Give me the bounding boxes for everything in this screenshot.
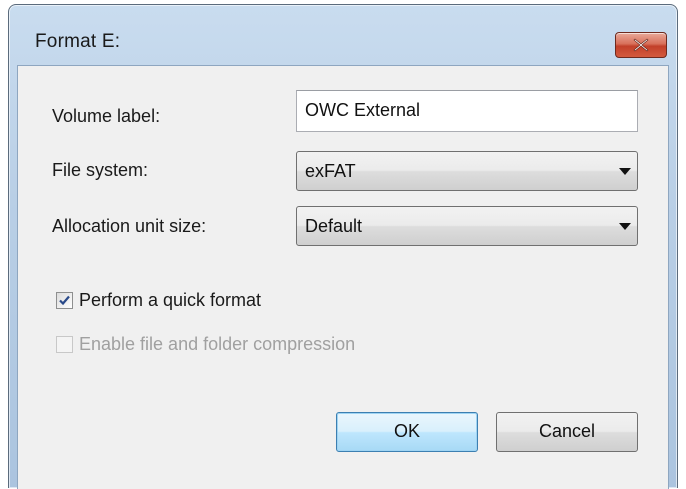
compression-option: Enable file and folder compression [56, 334, 355, 355]
quick-format-label: Perform a quick format [79, 290, 262, 310]
ok-button[interactable]: OK [336, 412, 478, 452]
compression-checkbox [56, 336, 73, 353]
title-bar[interactable]: Format E: [9, 5, 677, 59]
file-system-selected: exFAT [305, 161, 356, 181]
allocation-unit-dropdown[interactable]: Default [296, 206, 638, 246]
allocation-unit-caption: Allocation unit size: [52, 216, 207, 236]
chevron-down-icon [619, 168, 631, 175]
format-dialog: Format E: Volume label: OWC External Fil… [8, 4, 678, 489]
file-system-dropdown[interactable]: exFAT [296, 151, 638, 191]
compression-label: Enable file and folder compression [79, 334, 356, 354]
volume-label-input[interactable]: OWC External [296, 90, 638, 132]
cancel-button[interactable]: Cancel [496, 412, 638, 452]
close-button[interactable] [615, 32, 667, 58]
quick-format-option[interactable]: Perform a quick format [56, 290, 261, 311]
allocation-unit-selected: Default [305, 216, 363, 236]
checkmark-icon [59, 295, 70, 306]
dialog-body: Volume label: OWC External File system: … [17, 65, 669, 489]
chevron-down-icon [619, 223, 631, 230]
volume-label-caption: Volume label: [52, 106, 161, 126]
dialog-title: Format E: [35, 31, 121, 52]
close-x-icon [633, 38, 649, 52]
quick-format-checkbox[interactable] [56, 292, 73, 309]
file-system-caption: File system: [52, 160, 149, 180]
